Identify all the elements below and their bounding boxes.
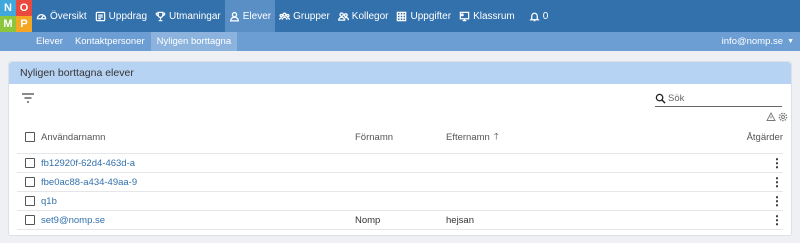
notifications-count: 0 <box>542 10 549 22</box>
column-header-username[interactable]: Användarnamn <box>41 121 105 153</box>
students-table: Användarnamn Förnamn Efternamn 🡑 Åtgärde… <box>17 121 783 230</box>
sort-ascending-icon: 🡑 <box>493 131 499 141</box>
row-checkbox[interactable] <box>25 177 35 187</box>
assignment-icon <box>95 11 105 21</box>
filter-icon[interactable] <box>21 92 35 104</box>
nav-item-kollegor[interactable]: Kollegor <box>334 0 393 32</box>
username-link[interactable]: set9@nomp.se <box>41 211 105 229</box>
table-row: fbe0ac88-a434-49aa-9 ⋮ <box>17 173 783 192</box>
column-header-firstname[interactable]: Förnamn <box>355 121 393 153</box>
nav-item-oversikt[interactable]: Översikt <box>32 0 91 32</box>
nav-item-elever[interactable]: Elever <box>224 0 276 32</box>
logo-letter-n: N <box>0 0 16 16</box>
colleagues-icon <box>337 11 349 21</box>
nav-item-label: Översikt <box>50 10 87 22</box>
lastname-cell: hejsan <box>446 214 474 226</box>
logo-letter-o: O <box>16 0 32 16</box>
notifications-button[interactable]: 0 <box>519 0 553 32</box>
nav-item-klassrum[interactable]: Klassrum <box>455 0 519 32</box>
card-title: Nyligen borttagna elever <box>9 62 791 84</box>
nav-item-grupper[interactable]: Grupper <box>275 0 334 32</box>
username-link[interactable]: fbe0ac88-a434-49aa-9 <box>41 173 137 191</box>
nav-item-label: Grupper <box>293 10 330 22</box>
nomp-logo[interactable]: N O M P <box>0 0 32 32</box>
nav-item-label: Elever <box>242 10 272 22</box>
column-header-lastname[interactable]: Efternamn 🡑 <box>446 121 499 153</box>
search-icon <box>655 93 666 104</box>
nav-item-uppgifter[interactable]: Uppgifter <box>392 0 455 32</box>
column-header-lastname-label: Efternamn <box>446 131 490 143</box>
username-link[interactable]: fb12920f-62d4-463d-a <box>41 154 135 172</box>
sub-nav: Elever Kontaktpersoner Nyligen borttagna <box>30 32 238 51</box>
user-icon <box>229 11 239 22</box>
table-row: set9@nomp.se Nomp hejsan ⋮ <box>17 211 783 230</box>
tasks-icon <box>397 11 407 21</box>
nav-item-label: Utmaningar <box>169 10 221 22</box>
row-checkbox[interactable] <box>25 196 35 206</box>
dashboard-icon <box>36 13 47 19</box>
table-row: fb12920f-62d4-463d-a ⋮ <box>17 154 783 173</box>
main-nav: Översikt Uppdrag Utmaningar Elever Grupp… <box>32 0 552 32</box>
bell-icon <box>529 12 540 21</box>
user-menu[interactable]: info@nomp.se ▼ <box>722 32 794 51</box>
caret-down-icon: ▼ <box>787 38 794 45</box>
nav-item-uppdrag[interactable]: Uppdrag <box>91 0 151 32</box>
more-actions-icon[interactable]: ⋮ <box>771 154 783 172</box>
classroom-icon <box>459 11 470 21</box>
select-all-checkbox-cell <box>25 121 35 153</box>
logo-letter-m: M <box>0 16 16 32</box>
top-navbar: N O M P Översikt Uppdrag Utmaningar Elev… <box>0 0 800 32</box>
user-email: info@nomp.se <box>721 36 784 47</box>
subnav-item-elever[interactable]: Elever <box>30 32 69 51</box>
logo-letter-p: P <box>16 16 32 32</box>
row-checkbox[interactable] <box>25 215 35 225</box>
subnav-item-nyligen-borttagna[interactable]: Nyligen borttagna <box>150 32 238 51</box>
nav-item-utmaningar[interactable]: Utmaningar <box>151 0 225 32</box>
row-checkbox[interactable] <box>25 158 35 168</box>
search-input[interactable] <box>668 92 778 104</box>
nav-item-label: Klassrum <box>473 10 515 22</box>
more-actions-icon[interactable]: ⋮ <box>771 211 783 229</box>
sub-navbar: Elever Kontaktpersoner Nyligen borttagna… <box>0 32 800 51</box>
nav-item-label: Kollegor <box>351 10 389 22</box>
more-actions-icon[interactable]: ⋮ <box>771 192 783 210</box>
more-actions-icon[interactable]: ⋮ <box>771 173 783 191</box>
subnav-item-kontaktpersoner[interactable]: Kontaktpersoner <box>69 32 151 51</box>
nav-item-label: Uppdrag <box>108 10 148 22</box>
select-all-checkbox[interactable] <box>25 132 35 142</box>
groups-icon <box>279 12 291 20</box>
table-row: q1b ⋮ <box>17 192 783 211</box>
deleted-students-card: Nyligen borttagna elever Användarnamn Fö… <box>8 61 792 236</box>
firstname-cell: Nomp <box>355 214 381 226</box>
nav-item-label: Uppgifter <box>410 10 452 22</box>
username-link[interactable]: q1b <box>41 192 57 210</box>
column-header-actions: Åtgärder <box>746 131 783 143</box>
trophy-icon <box>155 11 166 21</box>
search-field[interactable] <box>655 90 782 107</box>
table-header-row: Användarnamn Förnamn Efternamn 🡑 Åtgärde… <box>17 121 783 154</box>
